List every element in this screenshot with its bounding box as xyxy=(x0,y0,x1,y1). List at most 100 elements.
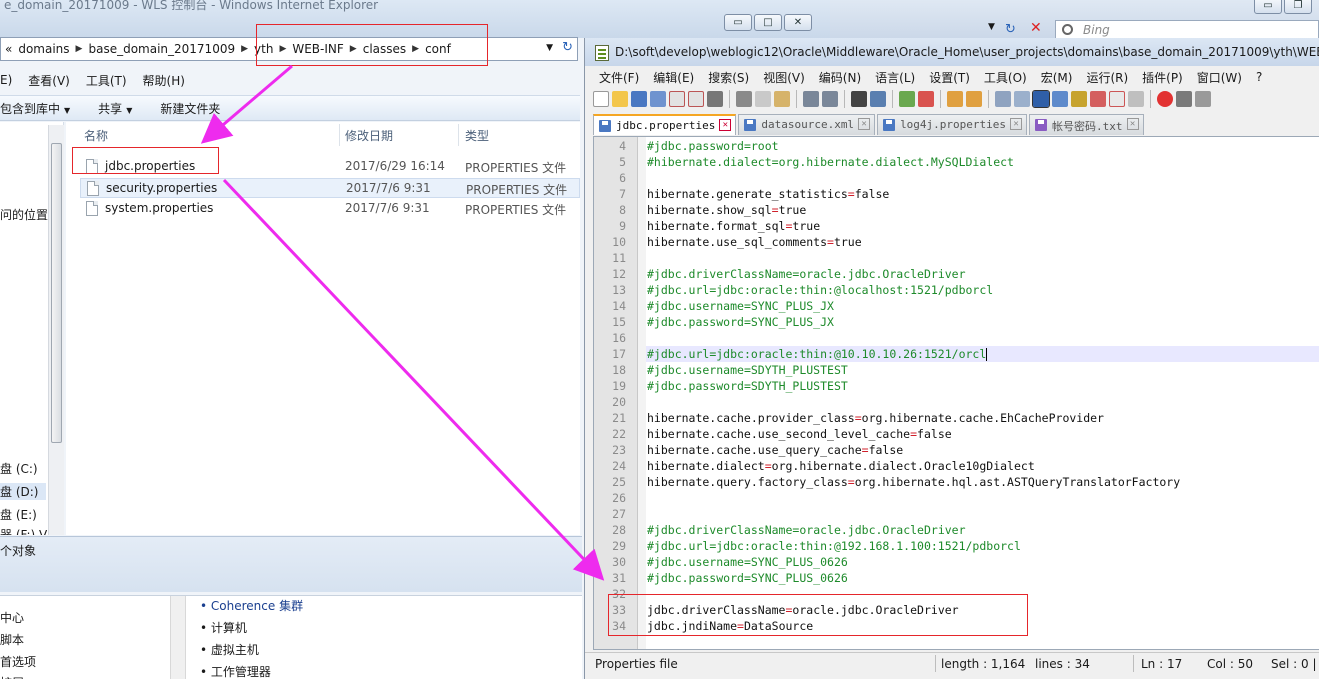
column-header-modified[interactable]: 修改日期 xyxy=(345,127,393,144)
chevron-down-icon[interactable]: ▼ xyxy=(988,22,1000,38)
nav-drive-e[interactable]: 盘 (E:) xyxy=(0,506,37,523)
undo-icon[interactable] xyxy=(803,91,819,107)
redo-icon[interactable] xyxy=(822,91,838,107)
code-editor[interactable]: 4 #jdbc.password=root 5 #hibernate.dialect=… xyxy=(593,136,1319,650)
sync-horizontal-icon[interactable] xyxy=(966,91,982,107)
nav-scrollbar[interactable] xyxy=(48,125,64,535)
menu-file[interactable]: 文件(F) xyxy=(599,69,639,86)
play-macro-icon[interactable] xyxy=(1195,91,1211,107)
link-extensions[interactable]: 扩展 xyxy=(0,674,24,679)
link-center[interactable]: 中心 xyxy=(0,609,24,626)
zoom-in-icon[interactable] xyxy=(899,91,915,107)
nav-drive-c[interactable]: 盘 (C:) xyxy=(0,460,38,477)
column-header-name[interactable]: 名称 xyxy=(84,127,108,144)
minimize-button[interactable]: ▭ xyxy=(1254,0,1282,14)
file-row-system[interactable]: system.properties 2017/7/6 9:31 PROPERTI… xyxy=(80,199,580,219)
close-tab-icon[interactable]: ✕ xyxy=(1126,118,1139,130)
column-header-type[interactable]: 类型 xyxy=(465,127,489,144)
chevron-right-icon[interactable]: ▶ xyxy=(76,44,83,54)
close-tab-icon[interactable]: ✕ xyxy=(719,119,732,131)
link-virtual-hosts[interactable]: • 虚拟主机 xyxy=(200,641,259,658)
breadcrumb-base-domain[interactable]: base_domain_20171009 xyxy=(88,42,235,56)
breadcrumb-domains[interactable]: domains xyxy=(18,42,69,56)
print-icon[interactable] xyxy=(707,91,723,107)
record-macro-icon[interactable] xyxy=(1157,91,1173,107)
cut-icon[interactable] xyxy=(736,91,752,107)
paste-icon[interactable] xyxy=(774,91,790,107)
save-all-icon[interactable] xyxy=(650,91,666,107)
column-divider[interactable] xyxy=(458,124,459,146)
menu-plugins[interactable]: 插件(P) xyxy=(1142,69,1183,86)
close-tab-icon[interactable]: ✕ xyxy=(1010,118,1023,130)
close-tab-icon[interactable]: ✕ xyxy=(858,118,871,130)
doc-map-icon[interactable] xyxy=(1071,91,1087,107)
share-button[interactable]: 共享 ▼ xyxy=(98,100,132,117)
function-list-icon[interactable] xyxy=(1090,91,1106,107)
chevron-right-icon[interactable]: ▶ xyxy=(241,44,248,54)
tab-log4j-properties[interactable]: log4j.properties ✕ xyxy=(877,114,1028,135)
pane-splitter[interactable] xyxy=(170,596,186,679)
zoom-out-icon[interactable] xyxy=(918,91,934,107)
menu-language[interactable]: 语言(L) xyxy=(875,69,915,86)
word-wrap-icon[interactable] xyxy=(995,91,1011,107)
property-value: org.hibernate.cache.EhCacheProvider xyxy=(861,411,1104,425)
menu-window[interactable]: 窗口(W) xyxy=(1197,69,1242,86)
indent-guide-icon[interactable] xyxy=(1032,90,1050,108)
close-all-icon[interactable] xyxy=(688,91,704,107)
copy-icon[interactable] xyxy=(755,91,771,107)
menu-run[interactable]: 运行(R) xyxy=(1086,69,1128,86)
code-text: hibernate.query.factory_class=org.hibern… xyxy=(647,474,1180,490)
stop-macro-icon[interactable] xyxy=(1176,91,1192,107)
menu-help[interactable]: 帮助(H) xyxy=(143,72,185,89)
show-all-chars-icon[interactable] xyxy=(1014,91,1030,107)
restore-button[interactable]: ❐ xyxy=(1284,0,1312,14)
sync-vertical-icon[interactable] xyxy=(947,91,963,107)
file-row-security[interactable]: security.properties 2017/7/6 9:31 PROPER… xyxy=(80,178,580,198)
monitoring-icon[interactable] xyxy=(1128,91,1144,107)
find-icon[interactable] xyxy=(851,91,867,107)
tab-account-passwords[interactable]: 帐号密码.txt ✕ xyxy=(1029,114,1144,135)
menu-help[interactable]: ? xyxy=(1256,70,1262,84)
link-preferences[interactable]: 首选项 xyxy=(0,653,36,670)
maximize-button[interactable]: □ xyxy=(754,14,782,31)
nav-drive-f[interactable]: 器 (F:) V xyxy=(0,526,47,535)
tab-datasource-xml[interactable]: datasource.xml ✕ xyxy=(738,114,876,135)
folder-workspace-icon[interactable] xyxy=(1109,91,1125,107)
menu-view[interactable]: 查看(V) xyxy=(28,72,70,89)
menu-settings[interactable]: 设置(T) xyxy=(929,69,970,86)
column-divider[interactable] xyxy=(339,124,340,146)
menu-edit[interactable]: E) xyxy=(0,73,12,87)
link-scripts[interactable]: 脚本 xyxy=(0,631,24,648)
stop-icon[interactable]: ✕ xyxy=(1030,20,1042,36)
include-in-library-button[interactable]: 包含到库中 ▼ xyxy=(0,100,70,117)
nav-drive-d[interactable]: 盘 (D:) xyxy=(0,483,46,500)
new-folder-button[interactable]: 新建文件夹 xyxy=(160,100,220,117)
refresh-icon[interactable]: ↻ xyxy=(562,40,573,55)
new-file-icon[interactable] xyxy=(593,91,609,107)
breadcrumb-back-chevrons[interactable]: « xyxy=(5,42,12,56)
close-file-icon[interactable] xyxy=(669,91,685,107)
menu-encoding[interactable]: 编码(N) xyxy=(819,69,861,86)
search-input[interactable]: Bing xyxy=(1055,20,1319,40)
chevron-down-icon[interactable]: ▼ xyxy=(546,43,553,53)
scrollbar-thumb[interactable] xyxy=(51,143,62,443)
link-coherence-clusters[interactable]: • Coherence 集群 xyxy=(200,597,303,614)
refresh-icon[interactable]: ↻ xyxy=(1005,22,1016,37)
link-work-managers[interactable]: • 工作管理器 xyxy=(200,663,271,679)
minimize-button[interactable]: ▭ xyxy=(724,14,752,31)
tab-jdbc-properties[interactable]: jdbc.properties ✕ xyxy=(593,114,737,135)
replace-icon[interactable] xyxy=(870,91,886,107)
nav-recent-places[interactable]: 问的位置 xyxy=(0,206,48,223)
close-button[interactable]: ✕ xyxy=(784,14,812,31)
menu-search[interactable]: 搜索(S) xyxy=(708,69,749,86)
udl-icon[interactable] xyxy=(1052,91,1068,107)
equals-operator: = xyxy=(743,139,751,153)
save-icon[interactable] xyxy=(631,91,647,107)
menu-tools[interactable]: 工具(T) xyxy=(86,72,127,89)
menu-macro[interactable]: 宏(M) xyxy=(1041,69,1073,86)
open-folder-icon[interactable] xyxy=(612,91,628,107)
menu-tools[interactable]: 工具(O) xyxy=(984,69,1027,86)
menu-view[interactable]: 视图(V) xyxy=(763,69,805,86)
menu-edit[interactable]: 编辑(E) xyxy=(653,69,694,86)
link-machines[interactable]: • 计算机 xyxy=(200,619,247,636)
